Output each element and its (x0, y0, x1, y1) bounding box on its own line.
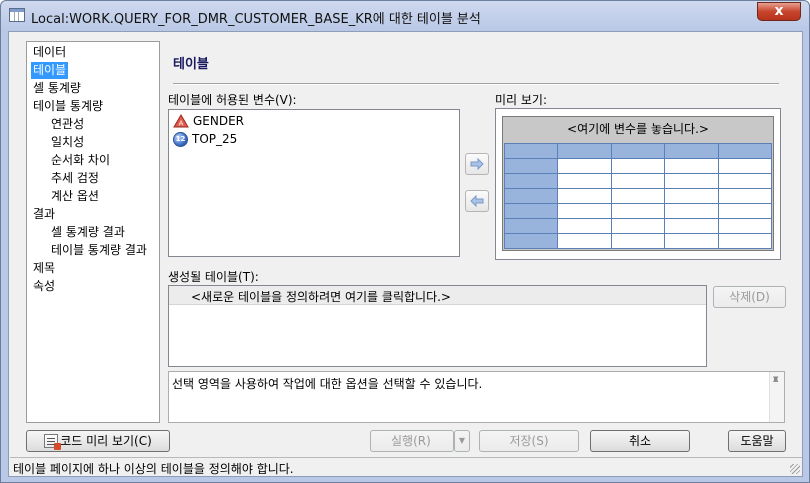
nav-item[interactable]: 계산 옵션 (49, 188, 101, 205)
nav-item[interactable]: 셀 통계량 결과 (49, 224, 127, 241)
scroll-down-icon[interactable]: ▼ (773, 375, 778, 419)
tables-to-create-list[interactable]: <새로운 테이블을 정의하려면 여기를 클릭합니다.> (168, 285, 707, 367)
resize-grip-icon[interactable] (790, 464, 800, 474)
arrow-right-icon (470, 158, 484, 170)
add-variable-button[interactable] (465, 153, 489, 175)
variable-name: TOP_25 (192, 132, 238, 146)
preview-grid (503, 143, 773, 249)
save-button[interactable]: 저장(S) (479, 430, 579, 452)
nav-item[interactable]: 순서화 차이 (49, 152, 112, 169)
window-title: Local:WORK.QUERY_FOR_DMR_CUSTOMER_BASE_K… (31, 12, 481, 27)
nav-item[interactable]: 테이블 통계량 (31, 98, 105, 115)
run-dropdown-button[interactable]: ▼ (454, 430, 470, 452)
title-bar[interactable]: Local:WORK.QUERY_FOR_DMR_CUSTOMER_BASE_K… (1, 1, 809, 31)
status-bar: 테이블 페이지에 하나 이상의 테이블을 정의해야 합니다. (10, 457, 802, 476)
page-title: 테이블 (173, 57, 209, 72)
nav-item[interactable]: 테이블 (31, 62, 69, 79)
preview-drop-area[interactable]: <여기에 변수를 놓습니다.> (502, 116, 774, 251)
remove-variable-button[interactable] (465, 190, 489, 212)
delete-button[interactable]: 삭제(D) (713, 286, 786, 308)
navigation-tree[interactable]: 데이터 테이블 셀 통계량 테이블 통계량 연관성 일치성 순서화 차이 추세 검정 계산 옵션… (26, 41, 160, 423)
list-item[interactable]: A GENDER (173, 112, 244, 130)
nav-item[interactable]: 데이터 (31, 44, 68, 61)
description-scrollbar[interactable]: ▲ ▼ (769, 372, 784, 422)
preview-code-label: 코드 미리 보기(C) (60, 434, 152, 448)
nav-item[interactable]: 제목 (31, 260, 57, 277)
character-variable-icon: A (173, 114, 189, 128)
cancel-button[interactable]: 취소 (590, 430, 690, 452)
nav-item[interactable]: 연관성 (49, 116, 86, 133)
variables-label: 테이블에 허용된 변수(V): (168, 93, 297, 107)
description-box: 선택 영역을 사용하여 작업에 대한 옵션을 선택할 수 있습니다. ▲ ▼ (168, 371, 785, 423)
svg-text:A: A (179, 120, 184, 128)
nav-item[interactable]: 추세 검정 (49, 170, 101, 187)
preview-placeholder: <여기에 변수를 놓습니다.> (567, 122, 709, 136)
dialog-client-area: 데이터 테이블 셀 통계량 테이블 통계량 연관성 일치성 순서화 차이 추세 검정 계산 옵션… (8, 31, 803, 477)
nav-item[interactable]: 속성 (31, 278, 57, 295)
section-divider (173, 83, 779, 84)
chevron-down-icon: ▼ (458, 436, 466, 445)
code-preview-icon (44, 434, 62, 450)
variable-name: GENDER (193, 114, 245, 128)
nav-item[interactable]: 테이블 통계량 결과 (49, 242, 149, 259)
preview-code-button[interactable]: 코드 미리 보기(C) (26, 430, 170, 452)
new-table-row[interactable]: <새로운 테이블을 정의하려면 여기를 클릭합니다.> (169, 286, 706, 305)
close-button[interactable]: x (757, 2, 801, 21)
preview-label: 미리 보기: (495, 93, 548, 107)
list-item[interactable]: 12 TOP_25 (173, 130, 237, 148)
nav-item[interactable]: 결과 (31, 206, 57, 223)
table-app-icon (9, 8, 25, 22)
arrow-left-icon (470, 195, 484, 207)
dialog-window: Local:WORK.QUERY_FOR_DMR_CUSTOMER_BASE_K… (0, 0, 810, 483)
nav-item[interactable]: 일치성 (49, 134, 86, 151)
nav-item[interactable]: 셀 통계량 (31, 80, 83, 97)
variables-list[interactable]: A GENDER 12 TOP_25 (168, 109, 460, 257)
tables-placeholder: <새로운 테이블을 정의하려면 여기를 클릭합니다.> (191, 290, 451, 304)
tables-label: 생성될 테이블(T): (168, 270, 259, 284)
status-message: 테이블 페이지에 하나 이상의 테이블을 정의해야 합니다. (13, 462, 294, 476)
numeric-variable-icon: 12 (173, 131, 188, 147)
table-preview[interactable]: <여기에 변수를 놓습니다.> (495, 108, 781, 260)
run-label: 실행(R) (391, 434, 431, 448)
description-text: 선택 영역을 사용하여 작업에 대한 옵션을 선택할 수 있습니다. (172, 377, 483, 391)
help-button[interactable]: 도움말 (728, 430, 786, 452)
run-button[interactable]: 실행(R) (370, 430, 458, 452)
